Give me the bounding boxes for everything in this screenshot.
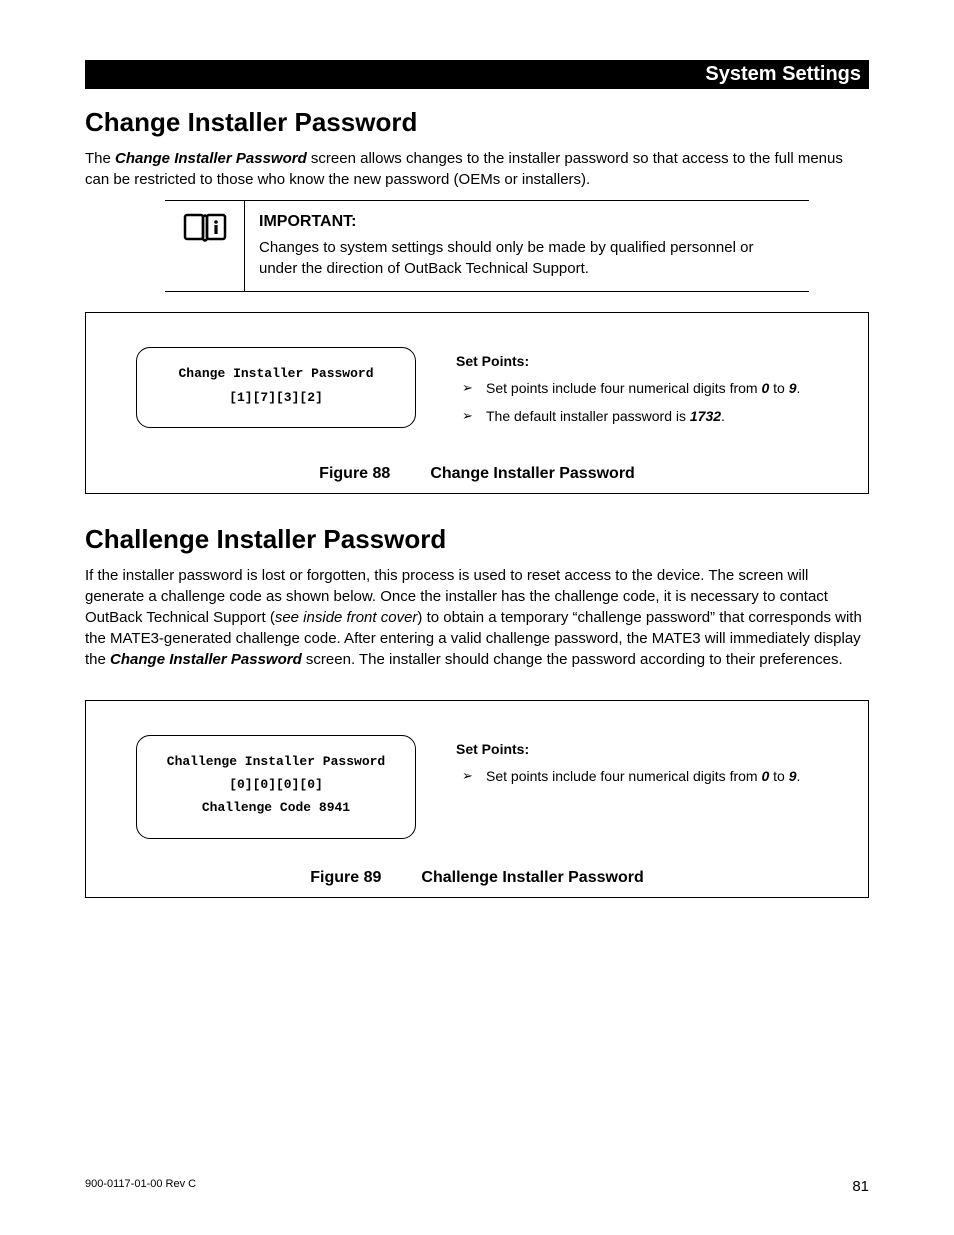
text: to	[769, 380, 788, 396]
figure-88-box: Change Installer Password [1][7][3][2] S…	[85, 312, 869, 493]
lcd-line: Challenge Code 8941	[147, 796, 405, 819]
section2-paragraph: If the installer password is lost or for…	[85, 565, 869, 670]
text: The	[85, 150, 115, 167]
set-point-item: Set points include four numerical digits…	[456, 379, 838, 399]
figure-number: Figure 89	[310, 869, 381, 886]
set-point-item: The default installer password is 1732.	[456, 407, 838, 427]
figure-88-caption: Figure 88 Change Installer Password	[116, 465, 838, 483]
text: Set points include four numerical digits…	[486, 380, 761, 396]
text: screen. The installer should change the …	[302, 651, 843, 668]
text: .	[797, 380, 801, 396]
text: to	[769, 768, 788, 784]
important-text: IMPORTANT: Changes to system settings sh…	[245, 201, 809, 291]
set-points-heading: Set Points:	[456, 353, 838, 369]
important-label: IMPORTANT:	[259, 211, 795, 233]
figure-number: Figure 88	[319, 465, 390, 482]
screen-name-emph: Change Installer Password	[110, 651, 302, 668]
text: Set points include four numerical digits…	[486, 768, 761, 784]
header-section-label: System Settings	[705, 63, 861, 85]
page-number: 81	[852, 1178, 869, 1195]
section1-intro: The Change Installer Password screen all…	[85, 148, 869, 190]
figure-title: Challenge Installer Password	[421, 869, 643, 886]
lcd-panel-challenge-password: Challenge Installer Password [0][0][0][0…	[136, 735, 416, 839]
section2-title: Challenge Installer Password	[85, 524, 869, 555]
lcd-line: Challenge Installer Password	[147, 750, 405, 773]
value-emph: 9	[789, 768, 797, 784]
figure-89-caption: Figure 89 Challenge Installer Password	[116, 869, 838, 887]
book-info-icon	[165, 201, 245, 291]
text: The default installer password is	[486, 408, 690, 424]
lcd-line: Change Installer Password	[147, 362, 405, 385]
important-body: Changes to system settings should only b…	[259, 239, 753, 277]
page-footer: 900-0117-01-00 Rev C 81	[85, 1178, 869, 1195]
lcd-line: [1][7][3][2]	[147, 386, 405, 409]
header-section-bar: System Settings	[85, 60, 869, 89]
text: .	[721, 408, 725, 424]
set-points-block: Set Points: Set points include four nume…	[456, 735, 838, 795]
document-revision: 900-0117-01-00 Rev C	[85, 1178, 196, 1195]
lcd-line: [0][0][0][0]	[147, 773, 405, 796]
value-emph: 9	[789, 380, 797, 396]
set-points-heading: Set Points:	[456, 741, 838, 757]
set-point-item: Set points include four numerical digits…	[456, 767, 838, 787]
value-emph: 1732	[690, 408, 721, 424]
set-points-block: Set Points: Set points include four nume…	[456, 347, 838, 434]
screen-name-emph: Change Installer Password	[115, 150, 307, 167]
important-callout: IMPORTANT: Changes to system settings sh…	[165, 200, 809, 292]
cross-ref-italic: see inside front cover	[275, 609, 418, 626]
section1-title: Change Installer Password	[85, 107, 869, 138]
text: .	[797, 768, 801, 784]
lcd-panel-change-password: Change Installer Password [1][7][3][2]	[136, 347, 416, 428]
figure-89-box: Challenge Installer Password [0][0][0][0…	[85, 700, 869, 898]
figure-title: Change Installer Password	[430, 465, 635, 482]
